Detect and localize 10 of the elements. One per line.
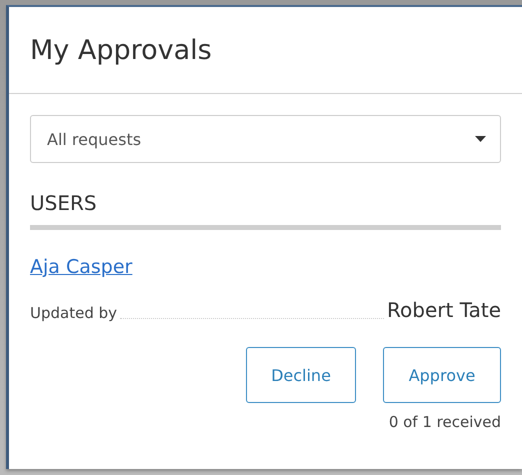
field-value: Robert Tate bbox=[387, 298, 501, 322]
user-link[interactable]: Aja Casper bbox=[30, 256, 132, 278]
field-label: Updated by bbox=[30, 304, 118, 322]
approve-button[interactable]: Approve bbox=[383, 347, 501, 403]
caret-icon bbox=[475, 136, 486, 142]
status-text: 0 of 1 received bbox=[388, 413, 501, 431]
section-heading: USERS bbox=[30, 191, 501, 230]
filter-dropdown[interactable]: All requests bbox=[30, 115, 501, 163]
panel-title: My Approvals bbox=[30, 34, 212, 66]
decline-button[interactable]: Decline bbox=[246, 347, 356, 403]
